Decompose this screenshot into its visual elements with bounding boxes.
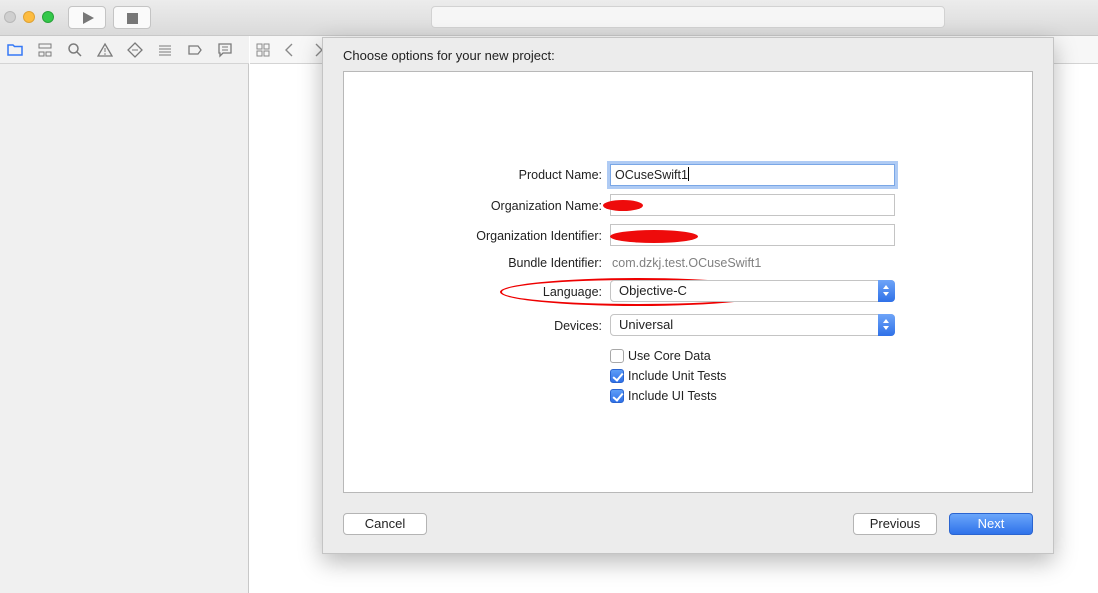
include-unit-tests-checkbox[interactable] — [610, 369, 624, 383]
close-window-button[interactable] — [4, 11, 16, 23]
popup-arrows-icon — [878, 280, 895, 302]
cancel-button[interactable]: Cancel — [343, 513, 427, 535]
use-core-data-checkbox[interactable] — [610, 349, 624, 363]
devices-label: Devices: — [554, 319, 602, 333]
folder-icon[interactable] — [7, 42, 23, 58]
new-project-sheet: Choose options for your new project: Pro… — [322, 37, 1054, 554]
include-ui-tests-checkbox[interactable] — [610, 389, 624, 403]
related-items-icon[interactable] — [255, 42, 271, 58]
options-panel: Product Name: OCuseSwift1 Organization N… — [343, 71, 1033, 493]
window-toolbar — [0, 0, 1098, 36]
language-popup[interactable]: Objective-C — [610, 280, 895, 302]
popup-arrows-icon — [878, 314, 895, 336]
include-unit-tests-label: Include Unit Tests — [628, 369, 727, 383]
stop-icon — [127, 13, 138, 24]
product-name-label: Product Name: — [518, 168, 602, 182]
debug-list-icon[interactable] — [157, 42, 173, 58]
run-button[interactable] — [68, 6, 106, 29]
activity-viewer — [431, 6, 945, 28]
use-core-data-label: Use Core Data — [628, 349, 711, 363]
breakpoint-icon[interactable] — [187, 42, 203, 58]
test-diamond-icon[interactable] — [127, 42, 143, 58]
language-label: Language: — [542, 285, 602, 299]
devices-value: Universal — [619, 317, 674, 332]
search-icon[interactable] — [67, 42, 83, 58]
redaction-mark — [610, 230, 698, 243]
organization-name-label: Organization Name: — [490, 199, 602, 213]
language-value: Objective-C — [619, 283, 687, 298]
organization-name-field[interactable] — [610, 194, 895, 216]
report-icon[interactable] — [217, 42, 233, 58]
bundle-identifier-value: com.dzkj.test.OCuseSwift1 — [612, 256, 762, 270]
text-caret — [687, 167, 689, 181]
redaction-mark — [603, 200, 643, 211]
bundle-identifier-label: Bundle Identifier: — [508, 256, 602, 270]
next-button[interactable]: Next — [949, 513, 1033, 535]
hierarchy-icon[interactable] — [37, 42, 53, 58]
navigator-sidebar — [0, 64, 249, 593]
product-name-value: OCuseSwift1 — [615, 168, 688, 182]
minimize-window-button[interactable] — [23, 11, 35, 23]
organization-identifier-label: Organization Identifier: — [476, 229, 602, 243]
product-name-field[interactable]: OCuseSwift1 — [610, 164, 895, 186]
include-ui-tests-label: Include UI Tests — [628, 389, 717, 403]
navigator-selector-bar — [0, 36, 249, 64]
stop-button[interactable] — [113, 6, 151, 29]
devices-popup[interactable]: Universal — [610, 314, 895, 336]
previous-button[interactable]: Previous — [853, 513, 937, 535]
warning-icon[interactable] — [96, 42, 114, 58]
zoom-window-button[interactable] — [42, 11, 54, 23]
play-icon — [83, 12, 94, 24]
sheet-title: Choose options for your new project: — [343, 48, 555, 63]
chevron-left-icon[interactable] — [282, 42, 298, 58]
